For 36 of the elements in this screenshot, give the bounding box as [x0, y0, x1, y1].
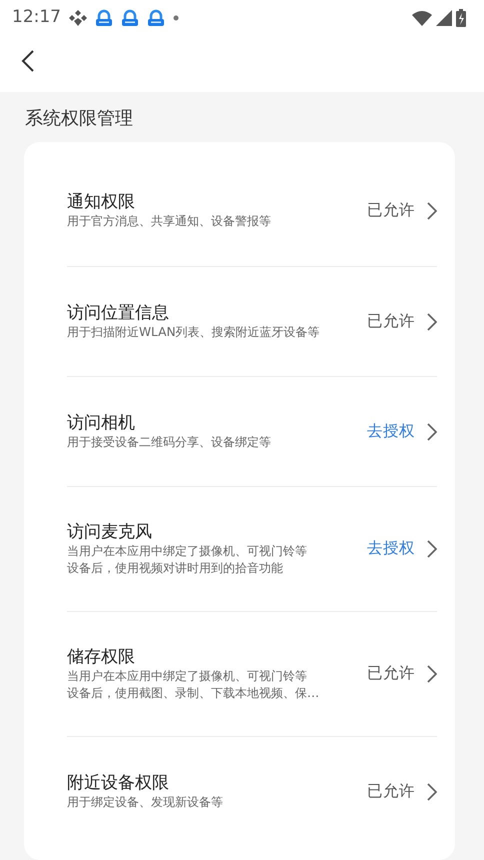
wifi-icon: [412, 10, 432, 26]
section-title: 系统权限管理: [25, 107, 134, 131]
app-notification-icon: [147, 9, 165, 27]
chevron-icon: [427, 202, 437, 220]
chevron-icon: [427, 422, 437, 440]
battery-icon: [456, 9, 466, 27]
chevron-icon: [427, 312, 437, 330]
dot-icon: [173, 15, 179, 21]
allowed-status-link[interactable]: 已允许: [367, 662, 437, 686]
permission-description: 用于接受设备二维码分享、设备绑定等: [67, 434, 272, 450]
app-notification-icon: [95, 9, 113, 27]
allowed-status-link[interactable]: 已允许: [367, 199, 437, 223]
clock: 12:17: [12, 6, 61, 30]
authorize-link[interactable]: 去授权: [367, 420, 437, 444]
permission-description: 用于官方消息、共享通知、设备警报等: [67, 213, 272, 230]
allowed-status-link[interactable]: 已允许: [367, 310, 437, 334]
permission-description: 设备后，使用截图、录制、下载本地视频、保…: [67, 684, 320, 702]
permission-title: 通知权限: [67, 192, 136, 214]
permission-description: 当用户在本应用中绑定了摄像机、可视门铃等: [67, 543, 308, 560]
allowed-status-link[interactable]: 已允许: [367, 780, 437, 804]
app-notification-icon: [121, 9, 139, 27]
chevron-icon: [427, 540, 437, 558]
signal-icon: [436, 10, 452, 26]
notification-icon: [69, 10, 87, 26]
authorize-link[interactable]: 去授权: [367, 537, 437, 561]
permission-title: 附近设备权限: [67, 772, 170, 794]
permission-title: 访问相机: [67, 412, 136, 434]
chevron-icon: [427, 782, 437, 800]
permission-description: 用于绑定设备、发现新设备等: [67, 794, 224, 810]
permission-description: 当用户在本应用中绑定了摄像机、可视门铃等: [67, 668, 308, 685]
chevron-icon: [427, 665, 437, 683]
permission-description: 用于扫描附近WLAN列表、搜索附近蓝牙设备等: [67, 324, 321, 340]
permission-title: 储存权限: [67, 646, 136, 668]
permission-title: 访问位置信息: [67, 302, 170, 324]
permission-title: 访问麦克风: [67, 522, 153, 544]
permission-description: 设备后，使用视频对讲时用到的拾音功能: [67, 560, 284, 576]
